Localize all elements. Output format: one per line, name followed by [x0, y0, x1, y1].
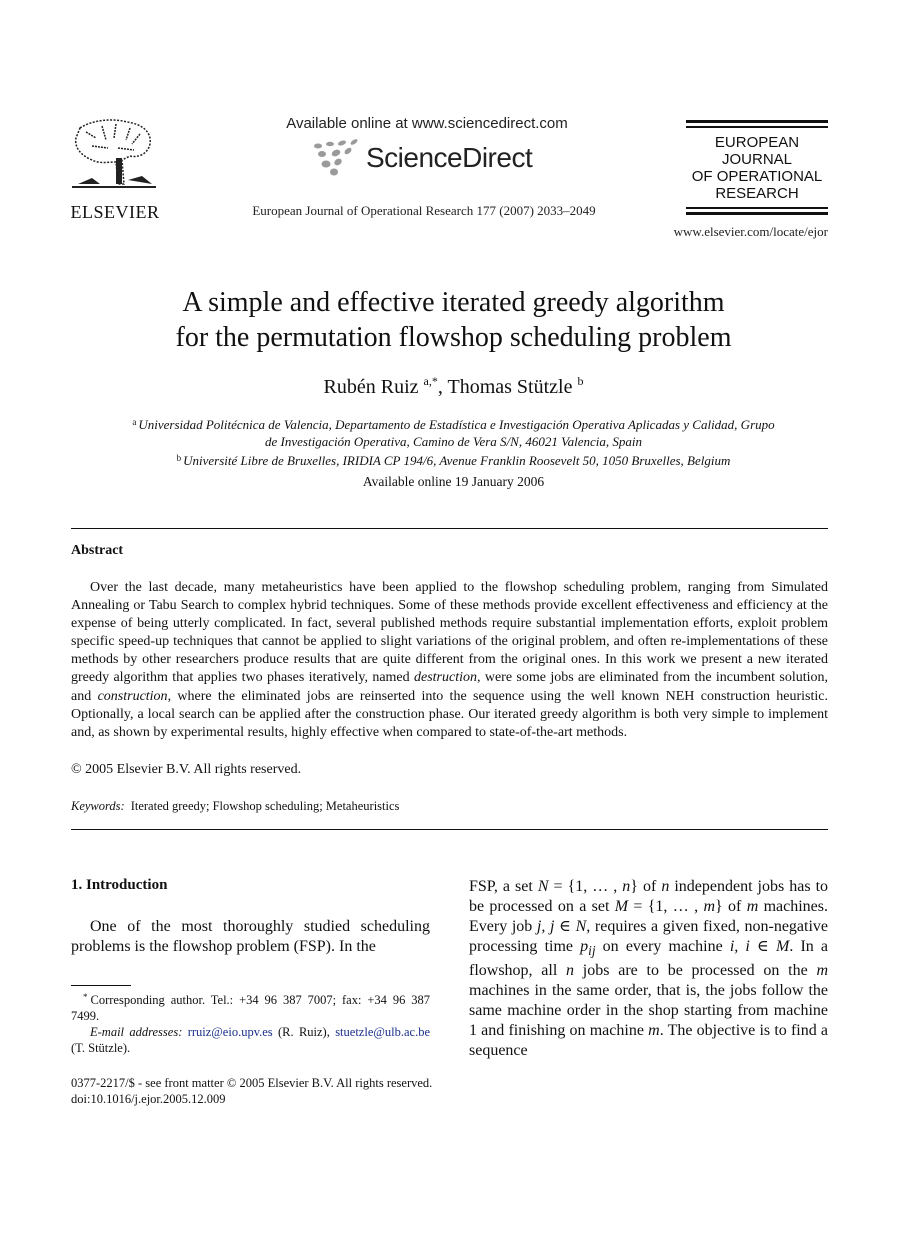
abstract-copyright: © 2005 Elsevier B.V. All rights reserved… [71, 762, 302, 777]
journal-logo-title: EUROPEAN JOURNAL OF OPERATIONAL RESEARCH [686, 134, 828, 202]
doi-link[interactable]: doi:10.1016/j.ejor.2005.12.009 [71, 1091, 432, 1107]
paper-title-line: for the permutation flowshop scheduling … [175, 322, 732, 353]
footnote-mark: * [83, 992, 88, 1002]
body-text: ∈ [554, 918, 576, 935]
abstract-text: , where the eliminated jobs are reinsert… [71, 688, 829, 740]
footnote-divider [71, 985, 131, 986]
body-text: } of [630, 878, 662, 895]
body-text: = {1, … , [628, 898, 704, 915]
author-list: Rubén Ruiz a,*, Thomas Stützle b [60, 374, 847, 399]
journal-logo-line: RESEARCH [715, 185, 799, 202]
math-symbol: m [746, 898, 759, 915]
publisher-name: ELSEVIER [70, 202, 160, 222]
journal-logo-line: OF OPERATIONAL [691, 168, 823, 185]
footnote-corresponding: * Corresponding author. Tel.: +34 96 387 … [71, 989, 430, 1024]
body-paragraph: One of the most thoroughly studied sched… [71, 918, 430, 955]
body-text: FSP, a set [469, 878, 538, 895]
affiliation-b: b Université Libre de Bruxelles, IRIDIA C… [90, 450, 817, 469]
affiliation-a: a Universidad Politécnica de Valencia, De… [90, 414, 817, 433]
affiliation-mark: b [176, 453, 182, 463]
journal-logo-rule [686, 120, 828, 123]
math-symbol: M [775, 938, 790, 955]
math-symbol: p [580, 938, 589, 955]
footnote-text: Corresponding author. Tel.: +34 96 387 7… [71, 993, 430, 1023]
keywords: Keywords: Iterated greedy; Flowshop sched… [71, 799, 399, 814]
affiliations: a Universidad Politécnica de Valencia, De… [90, 414, 817, 469]
email-link-ruiz[interactable]: rruiz@eio.upv.es [188, 1025, 273, 1039]
abstract-heading: Abstract [71, 543, 124, 558]
math-symbol: m [816, 962, 828, 980]
math-symbol: m [703, 898, 715, 915]
abstract-body: Over the last decade, many metaheuristic… [71, 579, 828, 742]
affiliation-text-continued: de Investigación Operativa, Camino de Ve… [265, 434, 642, 449]
paper-title: A simple and effective iterated greedy a… [60, 285, 847, 355]
section-divider [71, 829, 828, 830]
author-affiliation-mark[interactable]: a,* [424, 374, 438, 388]
available-online-date: Available online 19 January 2006 [362, 474, 545, 489]
paper-title-line: A simple and effective iterated greedy a… [182, 287, 725, 318]
author-name[interactable]: Thomas Stützle [447, 376, 572, 398]
journal-logo-rule [686, 126, 828, 128]
author-affiliation-mark[interactable]: b [577, 374, 583, 388]
math-symbol: m [648, 1022, 660, 1040]
footnotes: * Corresponding author. Tel.: +34 96 387 … [71, 989, 430, 1056]
elsevier-logo: ELSEVIER [68, 118, 162, 222]
email-owner: (T. Stützle). [71, 1041, 131, 1055]
sciencedirect-available-online[interactable]: Available online at www.sciencedirect.co… [282, 115, 572, 132]
math-symbol: j, j [536, 918, 555, 935]
sciencedirect-dots-icon [314, 139, 358, 176]
math-symbol: i, i [729, 938, 750, 955]
body-text: jobs are to be processed on the [574, 962, 817, 980]
body-text: = {1, … , [548, 878, 623, 895]
author-name[interactable]: Rubén Ruiz [324, 376, 419, 398]
keywords-value: Iterated greedy; Flowshop scheduling; Me… [130, 799, 400, 813]
journal-logo-rule [686, 207, 828, 209]
journal-logo-rule [686, 212, 828, 215]
math-symbol: n [566, 962, 575, 980]
section-divider [71, 528, 828, 529]
affiliation-text: Université Libre de Bruxelles, IRIDIA CP… [183, 453, 731, 468]
sciencedirect-logo[interactable]: ScienceDirect [308, 138, 548, 178]
section-heading-introduction: 1. Introduction [71, 877, 168, 893]
body-paragraph: FSP, a set N = {1, … , n} of n independe… [469, 877, 828, 1061]
body-text: } of [715, 898, 747, 915]
email-owner: (R. Ruiz), [272, 1025, 336, 1039]
issn-line: 0377-2217/$ - see front matter © 2005 El… [71, 1076, 433, 1090]
math-symbol: N [575, 918, 587, 935]
affiliation-mark: a [132, 417, 137, 427]
intro-left-column: One of the most thoroughly studied sched… [71, 917, 430, 957]
front-matter: 0377-2217/$ - see front matter © 2005 El… [71, 1075, 432, 1107]
email-link-stutzle[interactable]: stuetzle@ulb.ac.be [335, 1025, 430, 1039]
sciencedirect-brand: ScienceDirect [366, 142, 533, 173]
elsevier-tree-icon [72, 119, 156, 188]
intro-right-column: FSP, a set N = {1, … , n} of n independe… [469, 877, 828, 1061]
journal-logo-line: JOURNAL [721, 151, 792, 168]
math-subscript: ij [588, 943, 596, 959]
abstract-emphasis: destruction [414, 670, 477, 686]
journal-logo-line: EUROPEAN [714, 134, 800, 151]
footnote-emails: E-mail addresses: rruiz@eio.upv.es (R. R… [71, 1024, 430, 1056]
abstract-emphasis: construction [97, 688, 168, 704]
body-text: on every machine [595, 938, 730, 955]
journal-citation: European Journal of Operational Research… [252, 203, 596, 218]
abstract-paragraph: Over the last decade, many metaheuristic… [71, 579, 828, 742]
journal-url-link[interactable]: www.elsevier.com/locate/ejor [620, 224, 828, 240]
affiliation-text: Universidad Politécnica de Valencia, Dep… [138, 417, 775, 432]
math-symbol: N [537, 878, 549, 895]
body-text: ∈ [749, 938, 776, 955]
keywords-label: Keywords: [71, 799, 125, 813]
math-symbol: M [614, 898, 629, 915]
journal-logo: EUROPEAN JOURNAL OF OPERATIONAL RESEARCH [686, 118, 828, 218]
email-label: E-mail addresses: [90, 1025, 183, 1039]
